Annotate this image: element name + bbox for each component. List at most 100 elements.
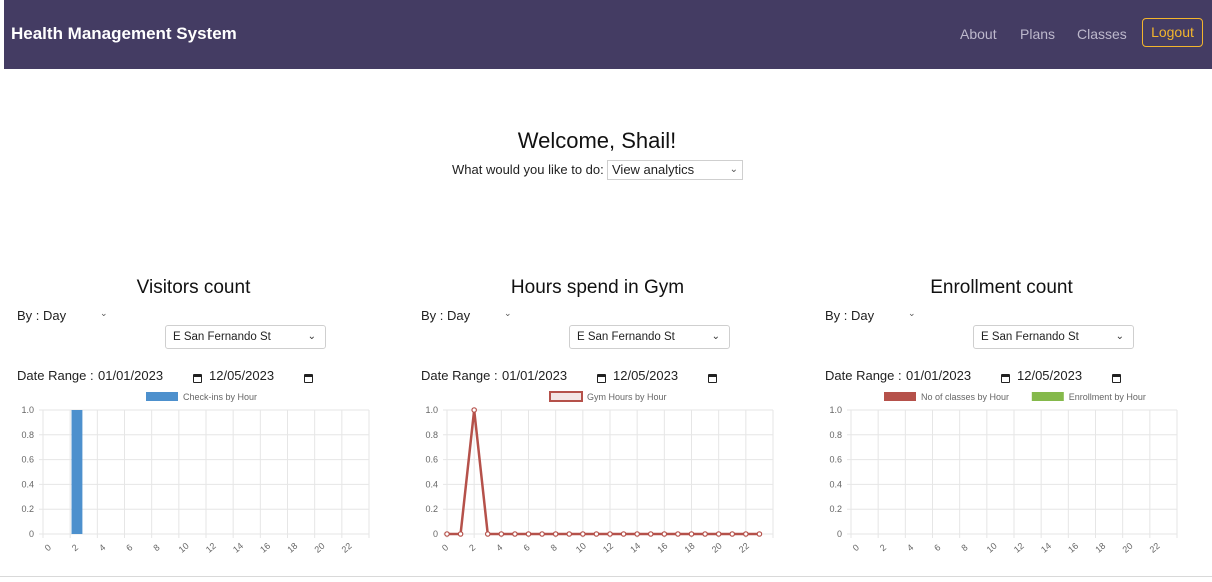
period-select[interactable]: By : Day ⌄ [17, 308, 109, 326]
y-tick-label: 0.8 [425, 430, 438, 440]
data-point [743, 531, 749, 537]
action-select[interactable]: View analytics ⌄ [607, 160, 743, 180]
start-date-input[interactable]: 01/01/2023 [502, 368, 567, 383]
data-point [580, 531, 586, 537]
y-tick-label: 0.8 [829, 430, 842, 440]
footer-divider [0, 576, 1212, 577]
calendar-icon[interactable] [1112, 370, 1127, 385]
legend-swatch [884, 392, 916, 401]
nav-link-plans[interactable]: Plans [1020, 26, 1055, 42]
x-tick-label: 0 [851, 542, 861, 553]
y-tick-label: 0.8 [21, 430, 34, 440]
x-tick-label: 2 [878, 542, 888, 553]
x-tick-label: 14 [628, 541, 642, 555]
calendar-icon[interactable] [1001, 370, 1016, 385]
location-select-value: E San Fernando St [981, 331, 1079, 343]
nav-link-about[interactable]: About [960, 26, 997, 42]
period-select[interactable]: By : Day ⌄ [825, 308, 917, 326]
y-tick-label: 0.4 [425, 479, 438, 489]
x-tick-label: 10 [985, 541, 999, 555]
y-tick-label: 0 [837, 529, 842, 539]
action-select-value: View analytics [612, 162, 695, 177]
x-tick-label: 16 [258, 541, 272, 555]
legend-label: No of classes by Hour [921, 392, 1009, 402]
data-point [688, 531, 695, 537]
data-point [593, 531, 600, 537]
chevron-down-icon: ⌄ [908, 308, 916, 318]
data-point [539, 531, 545, 537]
app-title[interactable]: Health Management System [11, 24, 237, 44]
period-select[interactable]: By : Day ⌄ [421, 308, 513, 326]
data-point [566, 531, 573, 537]
legend-swatch [549, 391, 583, 402]
location-select[interactable]: E San Fernando St ⌄ [165, 325, 326, 349]
data-point [647, 531, 654, 537]
gym-hours-panel: Hours spend in Gym By : Day ⌄ E San Fernand… [421, 270, 801, 570]
end-date-input[interactable]: 12/05/2023 [1017, 368, 1082, 383]
x-tick-label: 22 [340, 541, 354, 555]
data-point [620, 531, 627, 537]
data-point [702, 531, 708, 537]
legend-label: Gym Hours by Hour [587, 392, 667, 402]
y-tick-label: 0 [433, 529, 438, 539]
start-date-input[interactable]: 01/01/2023 [98, 368, 163, 383]
x-tick-label: 18 [683, 541, 697, 555]
legend-swatch [1031, 392, 1064, 401]
x-tick-label: 8 [549, 542, 559, 553]
legend-swatch [146, 392, 178, 401]
data-point [607, 531, 613, 537]
data-point [634, 531, 640, 537]
x-tick-label: 12 [204, 541, 218, 555]
x-tick-label: 14 [1039, 541, 1053, 555]
period-select-value: By : Day [421, 308, 471, 323]
chevron-down-icon: ⌄ [1115, 331, 1124, 342]
chevron-down-icon: ⌄ [729, 164, 738, 175]
y-tick-label: 1.0 [21, 405, 34, 415]
location-select-value: E San Fernando St [577, 331, 675, 343]
calendar-icon[interactable] [597, 370, 612, 385]
x-tick-label: 4 [905, 542, 915, 553]
y-tick-label: 0.6 [425, 455, 438, 465]
calendar-icon[interactable] [708, 370, 723, 385]
y-tick-label: 0 [29, 529, 34, 539]
panel-title: Enrollment count [930, 277, 1073, 298]
start-date-input[interactable]: 01/01/2023 [906, 368, 971, 383]
x-tick-label: 6 [521, 542, 531, 553]
data-point [756, 531, 763, 537]
date-range-label: Date Range : [421, 368, 498, 383]
location-select[interactable]: E San Fernando St ⌄ [569, 325, 730, 349]
chart-2: 0 0.2 0.4 0.6 0.8 1.0 0 2 4 6 8 10 12 14 16 18 20 22 No of… [829, 392, 1178, 555]
data-point [457, 531, 464, 537]
logout-button[interactable]: Logout [1142, 18, 1203, 47]
calendar-icon[interactable] [304, 370, 319, 385]
legend-label: Check-ins by Hour [183, 392, 257, 402]
period-select-value: By : Day [825, 308, 875, 323]
end-date-input[interactable]: 12/05/2023 [209, 368, 274, 383]
x-tick-label: 14 [231, 541, 245, 555]
location-select[interactable]: E San Fernando St ⌄ [973, 325, 1134, 349]
x-tick-label: 20 [710, 541, 724, 555]
visitors-panel: Visitors count By : Day ⌄ E San Fernando St… [17, 270, 397, 570]
date-range-label: Date Range : [17, 368, 94, 383]
x-tick-label: 2 [467, 542, 477, 553]
end-date-input[interactable]: 12/05/2023 [613, 368, 678, 383]
x-tick-label: 2 [70, 542, 80, 553]
chevron-down-icon: ⌄ [504, 308, 512, 318]
nav-link-classes[interactable]: Classes [1077, 26, 1127, 42]
calendar-icon[interactable] [193, 370, 208, 385]
x-tick-label: 18 [1093, 541, 1107, 555]
data-point [715, 531, 722, 537]
x-tick-label: 8 [959, 542, 969, 553]
data-point [729, 531, 736, 537]
x-tick-label: 0 [43, 542, 53, 553]
x-tick-label: 20 [1120, 541, 1134, 555]
y-tick-label: 1.0 [829, 405, 842, 415]
legend-label: Enrollment by Hour [1069, 392, 1146, 402]
action-prompt: What would you like to do: [452, 162, 604, 177]
y-tick-label: 0.4 [21, 479, 34, 489]
data-point [552, 531, 559, 537]
series-line [447, 409, 760, 536]
data-point [444, 531, 450, 537]
y-tick-label: 1.0 [425, 405, 438, 415]
chart-1: 0 0.2 0.4 0.6 0.8 1.0 0 2 4 6 8 10 12 14 16 18 20 22 Gym H… [425, 391, 774, 555]
